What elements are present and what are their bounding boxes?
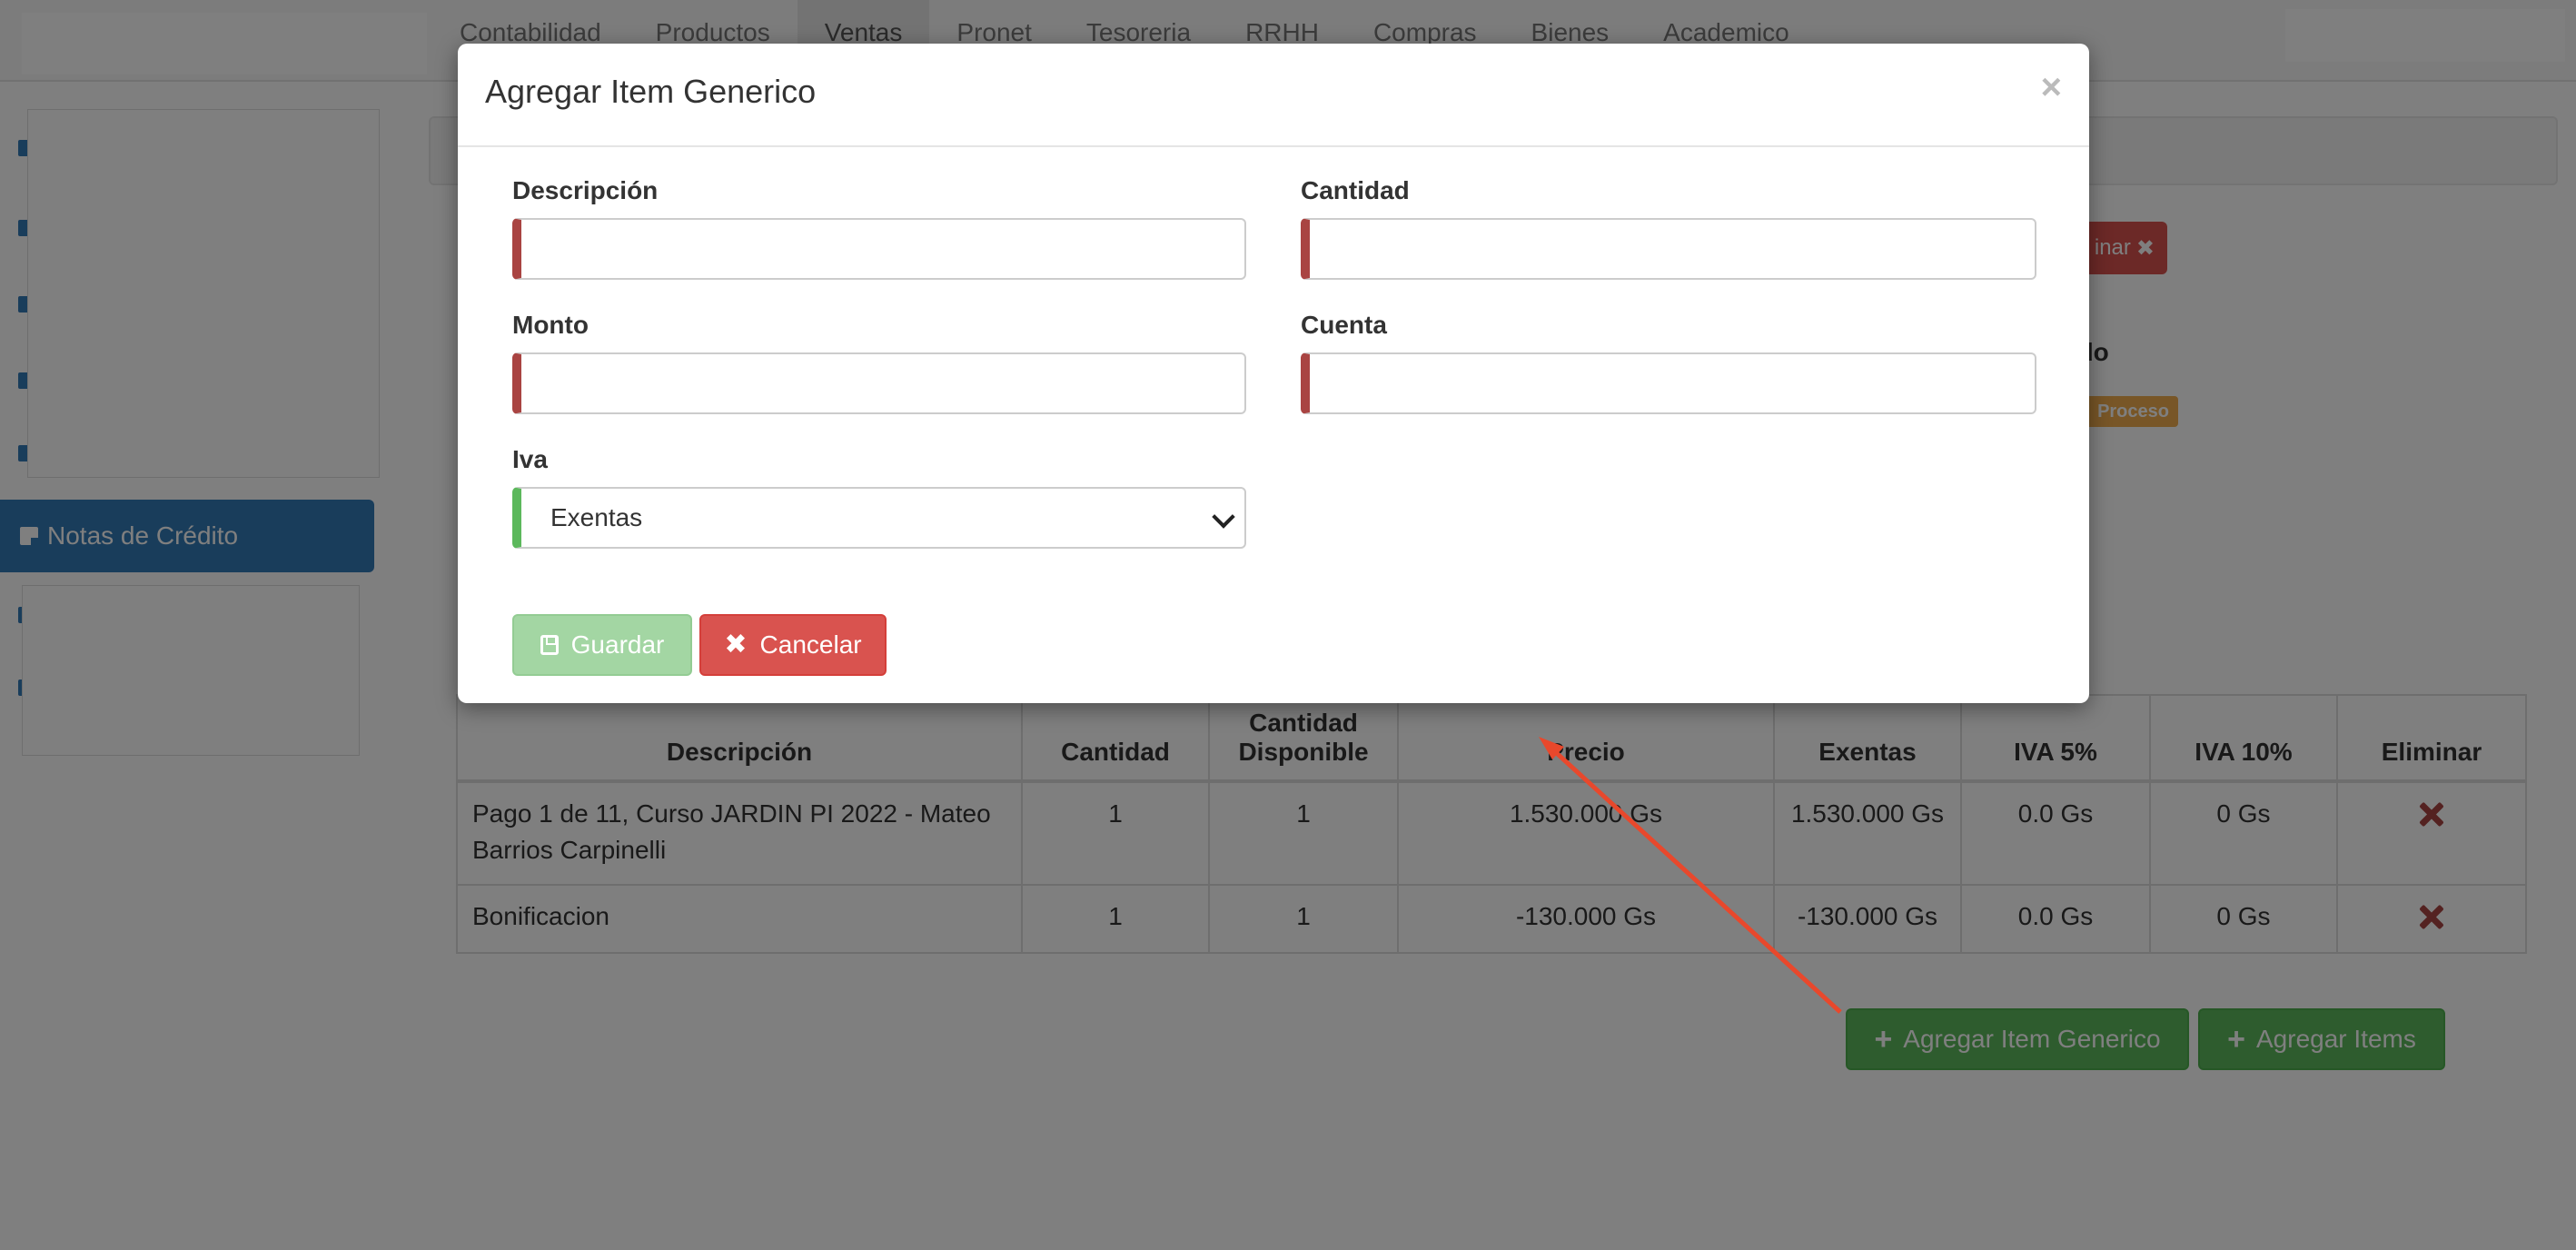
iva-selected-value: Exentas	[550, 503, 643, 531]
annotation-arrow-line	[1548, 745, 1842, 1014]
iva-select[interactable]: Exentas	[512, 487, 1246, 549]
close-icon: ✖	[724, 630, 748, 660]
cuenta-label: Cuenta	[1301, 311, 1387, 339]
modal-header: Agregar Item Generico ×	[458, 44, 2089, 147]
cancelar-label: Cancelar	[759, 630, 862, 659]
guardar-label: Guardar	[570, 630, 665, 659]
close-icon[interactable]: ×	[2041, 69, 2062, 105]
floppy-disk-icon	[540, 635, 559, 655]
cuenta-input[interactable]	[1301, 352, 2036, 414]
cancelar-button[interactable]: ✖ Cancelar	[699, 614, 887, 676]
modal-title: Agregar Item Generico	[485, 73, 817, 110]
cantidad-label: Cantidad	[1301, 176, 1410, 204]
descripcion-input[interactable]	[512, 218, 1246, 280]
iva-label: Iva	[512, 445, 548, 473]
monto-input[interactable]	[512, 352, 1246, 414]
chevron-down-icon	[1212, 505, 1235, 529]
guardar-button[interactable]: Guardar	[512, 614, 692, 676]
agregar-item-generico-modal: Agregar Item Generico × Descripción Cant…	[458, 44, 2089, 703]
cantidad-input[interactable]	[1301, 218, 2036, 280]
monto-label: Monto	[512, 311, 589, 339]
descripcion-label: Descripción	[512, 176, 659, 204]
